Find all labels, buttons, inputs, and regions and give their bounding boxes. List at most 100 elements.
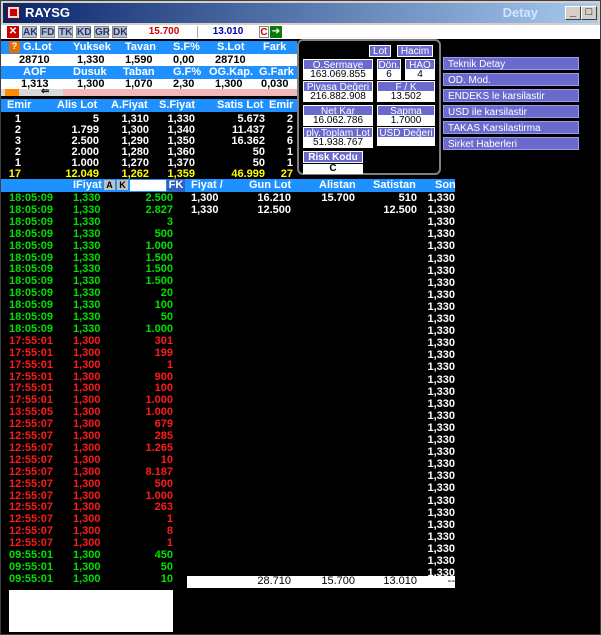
trade-price: 1,300 (73, 572, 101, 585)
osermaye-value: 163.069.855 (303, 70, 373, 80)
range-left-marker (5, 89, 19, 96)
son-price-cell: 1,330 (427, 385, 455, 398)
hdr-slot: S.Lot (217, 41, 245, 53)
price-summary-cell: 1,330 (427, 204, 455, 216)
piyasa-value: 216.882.908 (303, 92, 373, 102)
hacim-button[interactable]: Hacim (397, 45, 433, 57)
hdr-ifiyat: IFiyat (73, 179, 102, 191)
son-price-cell: 1,330 (427, 409, 455, 422)
son-price-cell: 1,330 (427, 228, 455, 241)
lot-button[interactable]: Lot (369, 45, 391, 57)
range-fill (63, 89, 297, 96)
son-price-cell: 1,330 (427, 216, 455, 229)
son-price-cell: 1,330 (427, 542, 455, 555)
maximize-button[interactable]: □ (581, 6, 597, 20)
son-price-cell: 1,330 (427, 300, 455, 313)
son-price-cell: 1,330 (427, 421, 455, 434)
toolbar-tk-button[interactable]: TK (58, 26, 73, 38)
price-box-2: 13.010 (197, 26, 258, 38)
trades-header: IFiyat A K FK (1, 179, 187, 192)
sapma-value: 1.7000 (377, 116, 435, 126)
netkar-value: 16.062.786 (303, 116, 373, 126)
price-summary-cell: 15.700 (321, 192, 355, 204)
price-summary-header: Fiyat / Gun Lot Alistan Satistan Son (187, 179, 456, 192)
stock-detail-window: RAYSG Detay _ □ ✕ AK FD TK KD GR DK 15.7… (0, 0, 601, 635)
hdr-fark: Fark (263, 41, 287, 53)
son-price-cell: 1,330 (427, 397, 455, 410)
sort-a-button[interactable]: A (104, 180, 115, 190)
son-price-cell: 1,330 (427, 240, 455, 253)
hdr-satis-lot: Satis Lot (217, 99, 264, 111)
c-button[interactable]: C (259, 26, 269, 38)
usd-value (377, 138, 435, 146)
depth-header: Emir Alis Lot A.Fiyat S.Fiyat Satis Lot … (1, 99, 297, 112)
toolbar-kd-button[interactable]: KD (76, 26, 91, 38)
price-summary-cell: 1,330 (191, 204, 219, 216)
son-price-cell: 1,330 (427, 313, 455, 325)
son-price-cell: 1,330 (427, 252, 455, 265)
app-icon (7, 6, 20, 19)
son-price-cell: 1,330 (427, 506, 455, 519)
hdr-sf: S.F% (173, 41, 200, 53)
son-price-cell: 1,330 (427, 482, 455, 495)
son-price-cell: 1,330 (427, 337, 455, 350)
fk-button[interactable]: FK (167, 179, 185, 192)
hdr-fiyat: Fiyat / (191, 179, 223, 191)
filter-input[interactable] (130, 180, 166, 191)
total-gun-lot: 28.710 (257, 575, 291, 587)
son-price-cell: 1,330 (427, 264, 455, 277)
risk-label: Risk Kodu (303, 151, 363, 163)
son-price-cell: 1,330 (427, 325, 455, 338)
total-son: -- (447, 575, 455, 587)
detay-label: Detay (502, 5, 538, 20)
toolbar-dk-button[interactable]: DK (112, 26, 127, 38)
son-price-cell: 1,330 (427, 373, 455, 386)
help-icon[interactable]: ? (9, 41, 20, 53)
menu-usd-karsilastir[interactable]: USD ile karsilastir (443, 105, 579, 118)
son-price-cell: 1,330 (427, 555, 455, 567)
trade-lot: 10 (160, 572, 173, 585)
toolbar-gr-button[interactable]: GR (94, 26, 110, 38)
window-title: RAYSG (25, 5, 71, 20)
summary-values-1: 28710 1,330 1,590 0,00 28710 (1, 54, 297, 66)
son-price-cell: 1,330 (427, 361, 455, 374)
toolbar-ak-button[interactable]: AK (22, 26, 37, 38)
hdr-alis-lot: Alis Lot (57, 99, 98, 111)
menu-endeks-karsilastir[interactable]: ENDEKS le karsilastir (443, 89, 579, 102)
son-price-cell: 1,330 (427, 276, 455, 289)
son-price-cell: 1,330 (427, 530, 455, 543)
toolbar: ✕ AK FD TK KD GR DK 15.700 13.010 C ➔ (1, 25, 600, 39)
usd-label: USD Değeri (377, 127, 435, 139)
hdr-satistan: Satistan (373, 179, 416, 191)
son-price-cell: 1,330 (427, 349, 455, 362)
menu-sirket-haberleri[interactable]: Sirket Haberleri (443, 137, 579, 150)
hdr-afiyat: A.Fiyat (111, 99, 148, 111)
menu-od-mod[interactable]: OD. Mod. (443, 73, 579, 86)
arrow-left-icon[interactable]: ⇐ (41, 85, 49, 98)
hdr-gun-lot: Gun Lot (249, 179, 292, 191)
minimize-button[interactable]: _ (565, 6, 581, 20)
hdr-alistan: Alistan (319, 179, 356, 191)
hao-value: 4 (405, 70, 435, 80)
toolbar-fd-button[interactable]: FD (40, 26, 55, 38)
sort-k-button[interactable]: K (117, 180, 128, 190)
hdr-sfiyat: S.Fiyat (159, 99, 196, 111)
menu-teknik-detay[interactable]: Teknik Detay (443, 57, 579, 70)
price-summary-cell: 12.500 (257, 204, 291, 216)
price-summary-cell: 12.500 (383, 204, 417, 216)
son-price-cell: 1,330 (427, 288, 455, 301)
son-price-cell: 1,330 (427, 446, 455, 459)
hdr-emir-sell: Emir (269, 99, 294, 111)
son-price-cell: 1,330 (427, 518, 455, 531)
menu-takas-karsilastirma[interactable]: TAKAS Karsilastirma (443, 121, 579, 134)
hdr-son: Son (435, 179, 456, 191)
title-bar: RAYSG Detay _ □ (3, 3, 598, 23)
son-price-cell: 1,330 (427, 434, 455, 446)
risk-value: C (303, 164, 363, 174)
total-alistan: 15.700 (321, 575, 355, 587)
arrow-right-icon[interactable]: ➔ (270, 26, 282, 38)
close-icon[interactable]: ✕ (7, 26, 19, 38)
price-box-1: 15.700 (148, 26, 180, 37)
trades-empty-area (9, 590, 173, 632)
price-range-bar: ⇐ (1, 86, 297, 97)
